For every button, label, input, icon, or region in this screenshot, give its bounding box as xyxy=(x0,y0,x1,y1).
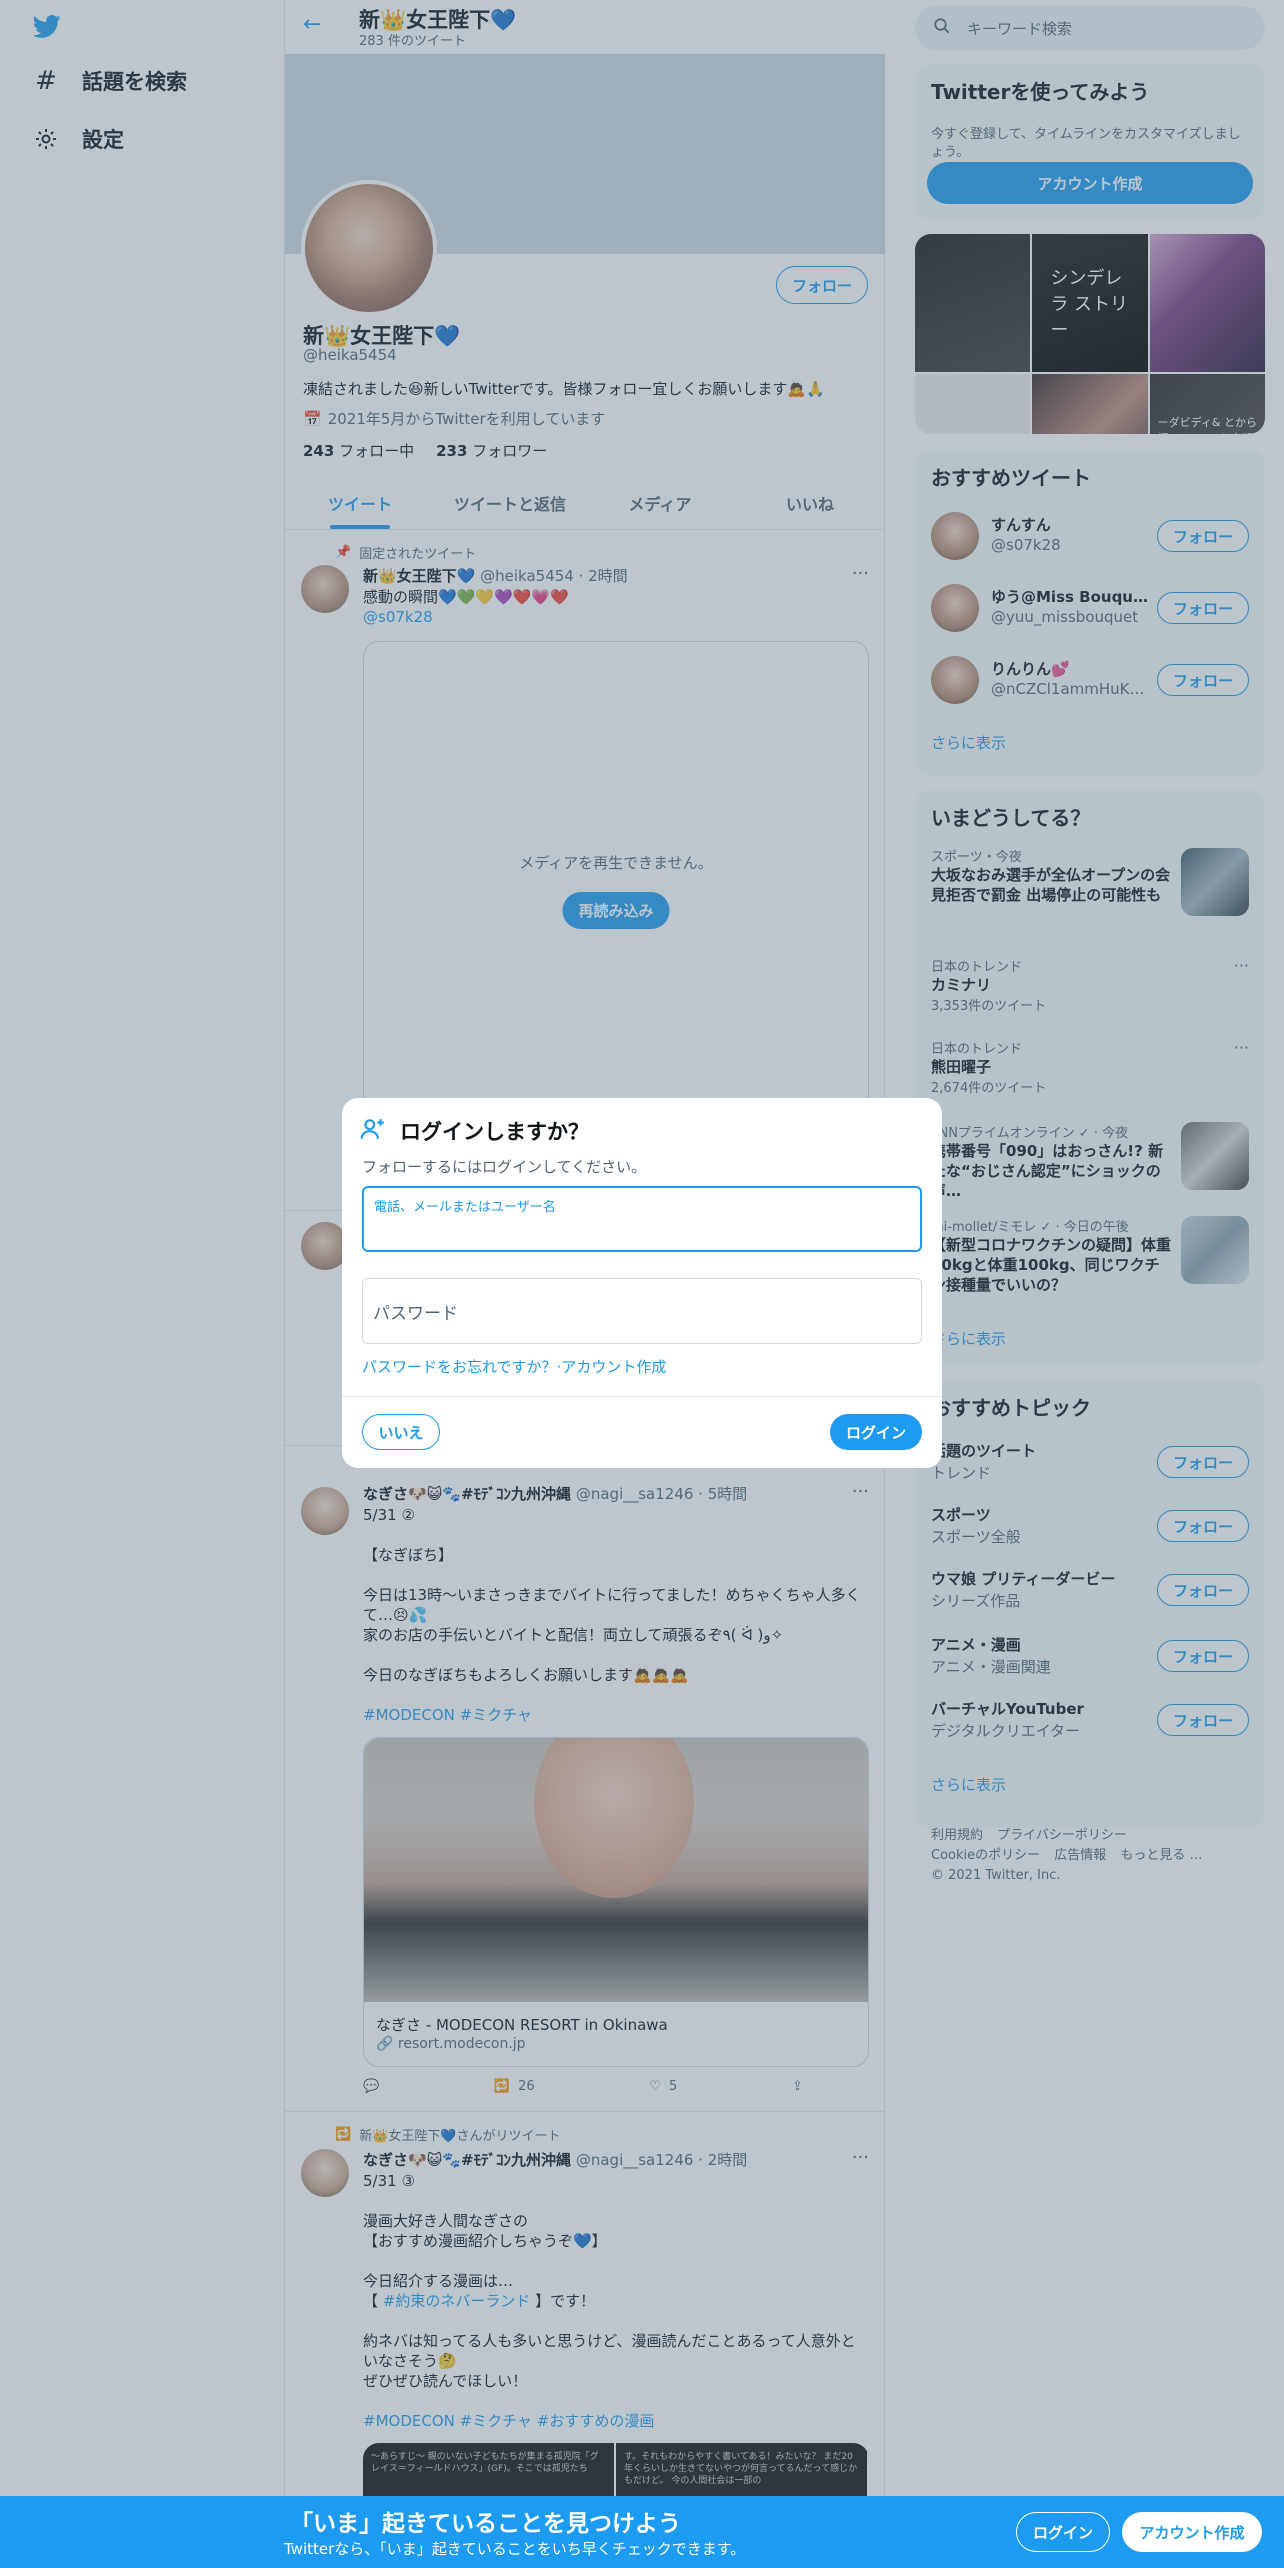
password-placeholder: パスワード xyxy=(373,1304,458,1324)
modal-divider xyxy=(342,1396,942,1397)
bottom-bar-subtitle: Twitterなら、「いま」起きていることをいち早くチェックできます。 xyxy=(284,2540,746,2558)
modal-title: ログインしますか？ xyxy=(400,1120,589,1144)
modal-links: パスワードをお忘れですか？·アカウント作成 xyxy=(362,1356,666,1377)
bottom-signup-button[interactable]: アカウント作成 xyxy=(1122,2512,1262,2552)
modal-subtitle: フォローするにはログインしてください。 xyxy=(362,1158,647,1176)
username-field[interactable]: 電話、メールまたはユーザー名 xyxy=(362,1186,922,1252)
no-button[interactable]: いいえ xyxy=(362,1414,440,1450)
login-button[interactable]: ログイン xyxy=(830,1414,922,1450)
bottom-signup-bar: 「いま」起きていることを見つけよう Twitterなら、「いま」起きていることを… xyxy=(0,2496,1284,2568)
forgot-password-link[interactable]: パスワードをお忘れですか？ xyxy=(362,1358,557,1376)
add-user-icon xyxy=(360,1119,384,1139)
bottom-bar-title: 「いま」起きていることを見つけよう xyxy=(290,2511,681,2537)
username-label: 電話、メールまたはユーザー名 xyxy=(374,1200,556,1215)
bottom-login-button[interactable]: ログイン xyxy=(1016,2512,1110,2552)
login-modal: ログインしますか？ フォローするにはログインしてください。 電話、メールまたはユ… xyxy=(342,1098,942,1468)
password-field[interactable]: パスワード xyxy=(362,1278,922,1344)
signup-link[interactable]: アカウント作成 xyxy=(561,1358,666,1376)
username-input[interactable] xyxy=(374,1218,904,1244)
